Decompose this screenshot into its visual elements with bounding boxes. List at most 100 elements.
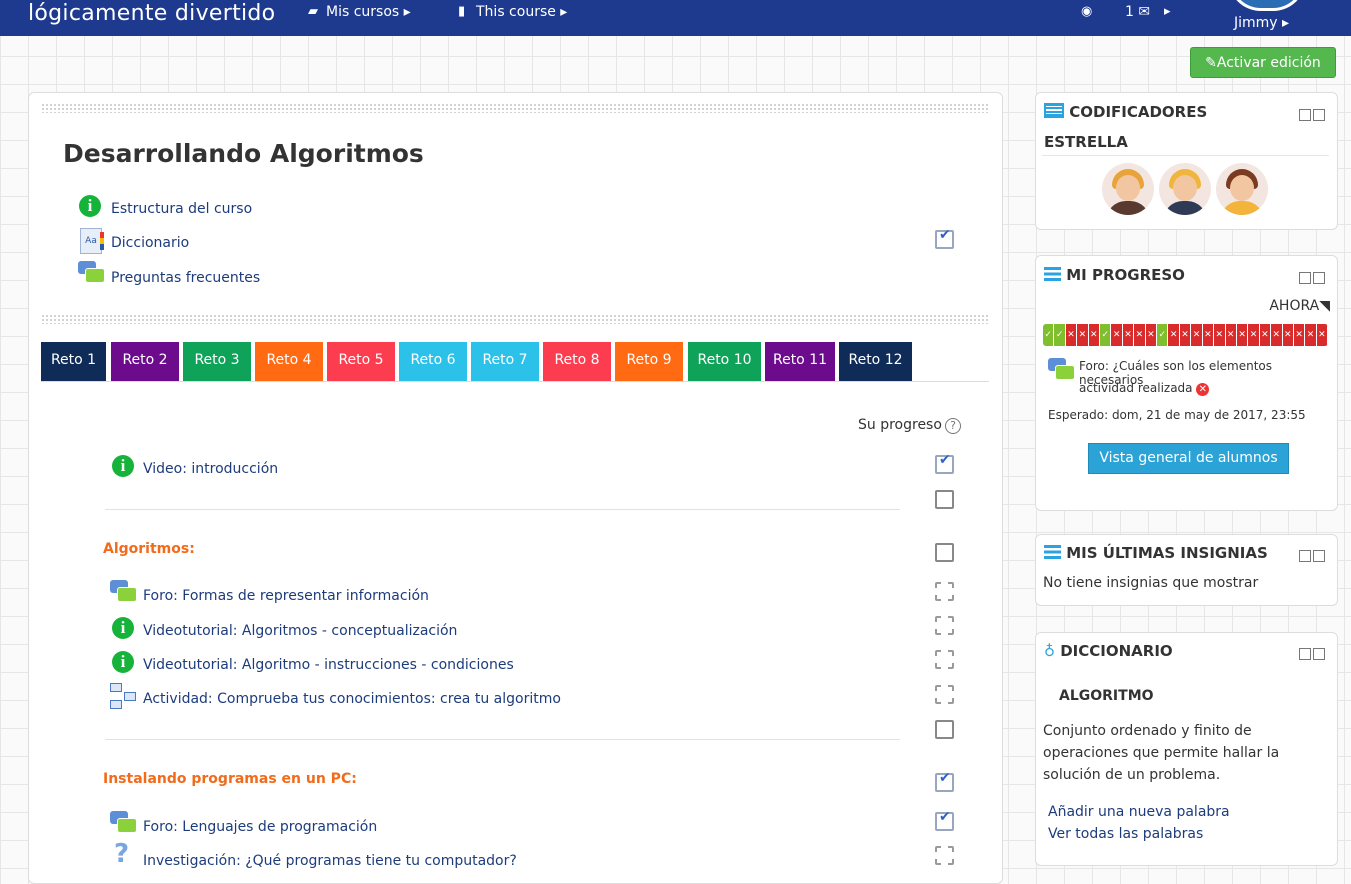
section-divider xyxy=(105,509,900,510)
completion-checkbox[interactable] xyxy=(935,616,954,635)
add-word-link[interactable]: Añadir una nueva palabra xyxy=(1048,804,1230,820)
avatar[interactable] xyxy=(1216,163,1268,215)
estructura-link[interactable]: Estructura del curso xyxy=(111,201,252,217)
progress-cell-incomplete[interactable]: ✕ xyxy=(1225,324,1237,346)
progress-cell-incomplete[interactable]: ✕ xyxy=(1077,324,1089,346)
preguntas-link[interactable]: Preguntas frecuentes xyxy=(111,270,260,286)
progress-cell-incomplete[interactable]: ✕ xyxy=(1145,324,1158,346)
progress-cell-incomplete[interactable]: ✕ xyxy=(1236,324,1249,346)
completion-checkbox[interactable] xyxy=(935,846,954,865)
insignias-empty-text: No tiene insignias que mostrar xyxy=(1043,575,1259,591)
info-icon: i xyxy=(79,195,101,217)
all-words-link[interactable]: Ver todas las palabras xyxy=(1048,826,1203,842)
tab-reto-7[interactable]: Reto 7 xyxy=(471,342,539,381)
progress-cell-incomplete[interactable]: ✕ xyxy=(1305,324,1317,346)
site-brand[interactable]: lógicamente divertido xyxy=(28,0,275,28)
tab-reto-8[interactable]: Reto 8 xyxy=(543,342,611,381)
progress-cell-incomplete[interactable]: ✕ xyxy=(1214,324,1226,346)
tab-reto-5[interactable]: Reto 5 xyxy=(327,342,395,381)
activity-link[interactable]: Videotutorial: Algoritmo - instrucciones… xyxy=(143,657,514,673)
messages-menu[interactable]: 1 ✉ xyxy=(1125,4,1150,20)
progress-cell-incomplete[interactable]: ✕ xyxy=(1248,324,1260,346)
completion-checkbox[interactable] xyxy=(935,543,954,562)
activity-link[interactable]: Videotutorial: Algoritmos - conceptualiz… xyxy=(143,623,457,639)
tab-reto-1[interactable]: Reto 1 xyxy=(41,342,106,381)
completion-checkbox[interactable] xyxy=(935,685,954,704)
progress-cell-incomplete[interactable]: ✕ xyxy=(1293,324,1306,346)
su-progreso-label: Su progreso xyxy=(858,417,942,433)
progress-cell-incomplete[interactable]: ✕ xyxy=(1122,324,1135,346)
menu-icon xyxy=(1044,545,1061,559)
help-icon[interactable]: ? xyxy=(945,418,961,434)
progress-cell-incomplete[interactable]: ✕ xyxy=(1065,324,1078,346)
progress-cell-incomplete[interactable]: ✕ xyxy=(1111,324,1123,346)
diccionario-title: ♁ DICCIONARIO xyxy=(1044,642,1173,660)
diccionario-block: ♁ DICCIONARIO ALGORITMO Conjunto ordenad… xyxy=(1035,632,1338,866)
progress-cell-complete[interactable]: ✓ xyxy=(1100,324,1112,346)
messages-chevron-icon[interactable]: ▸ xyxy=(1164,4,1171,19)
tab-reto-6[interactable]: Reto 6 xyxy=(399,342,467,381)
user-menu[interactable]: Jimmy ▸ xyxy=(1234,15,1289,31)
info-icon: i xyxy=(112,455,134,477)
insignias-title: MIS ÚLTIMAS INSIGNIAS xyxy=(1044,544,1268,562)
activity-link[interactable]: Video: introducción xyxy=(143,461,278,477)
progress-cell-complete[interactable]: ✓ xyxy=(1043,324,1055,346)
user-name: Jimmy xyxy=(1234,15,1278,31)
tab-reto-9[interactable]: Reto 9 xyxy=(615,342,683,381)
tab-reto-12[interactable]: Reto 12 xyxy=(839,342,912,381)
block-controls[interactable] xyxy=(1299,550,1327,562)
tab-reto-11[interactable]: Reto 11 xyxy=(765,342,835,381)
workflow-icon xyxy=(110,683,136,709)
envelope-icon: ✉ xyxy=(1138,4,1151,20)
progress-cell-complete[interactable]: ✓ xyxy=(1054,324,1066,346)
section-title-algoritmos: Algoritmos: xyxy=(103,541,195,557)
progress-cell-complete[interactable]: ✓ xyxy=(1157,324,1169,346)
progress-cell-incomplete[interactable]: ✕ xyxy=(1168,324,1180,346)
message-count: 1 xyxy=(1125,4,1134,20)
completion-checkbox[interactable] xyxy=(935,490,954,509)
dictionary-definition-line-2: operaciones que permite hallar la xyxy=(1043,745,1280,761)
progress-bar[interactable]: ✓ ✓ ✕ ✕ ✕ ✓ ✕ ✕ ✕ ✕ ✓ ✕ ✕ ✕ ✕ ✕ ✕ ✕ ✕ ✕ ✕ ✕ ✕ ✕ ✕ xyxy=(1043,324,1328,346)
progress-cell-incomplete[interactable]: ✕ xyxy=(1134,324,1146,346)
tab-reto-4[interactable]: Reto 4 xyxy=(255,342,323,381)
progress-cell-incomplete[interactable]: ✕ xyxy=(1088,324,1101,346)
activity-link[interactable]: Foro: Lenguajes de programación xyxy=(143,819,377,835)
block-controls[interactable] xyxy=(1299,648,1327,660)
progress-cell-incomplete[interactable]: ✕ xyxy=(1282,324,1294,346)
completion-checkbox[interactable] xyxy=(935,650,954,669)
tab-reto-2[interactable]: Reto 2 xyxy=(111,342,179,381)
progress-cell-incomplete[interactable]: ✕ xyxy=(1179,324,1192,346)
activity-link[interactable]: Foro: Formas de representar información xyxy=(143,588,429,604)
dictionary-definition-line-1: Conjunto ordenado y finito de xyxy=(1043,723,1252,739)
vista-general-button[interactable]: Vista general de alumnos xyxy=(1088,443,1289,474)
block-controls[interactable] xyxy=(1299,109,1327,121)
progress-cell-incomplete[interactable]: ✕ xyxy=(1191,324,1203,346)
progress-cell-incomplete[interactable]: ✕ xyxy=(1316,324,1328,346)
completion-checkbox[interactable] xyxy=(935,582,954,601)
tab-reto-3[interactable]: Reto 3 xyxy=(183,342,251,381)
avatar[interactable] xyxy=(1159,163,1211,215)
progress-cell-incomplete[interactable]: ✕ xyxy=(1259,324,1272,346)
block-controls[interactable] xyxy=(1299,272,1327,284)
progress-cell-incomplete[interactable]: ✕ xyxy=(1202,324,1215,346)
codificadores-title: CODIFICADORES xyxy=(1044,103,1207,121)
completion-checkbox[interactable] xyxy=(935,227,954,249)
tab-reto-10[interactable]: Reto 10 xyxy=(688,342,761,381)
completion-checkbox[interactable] xyxy=(935,720,954,739)
completion-checkbox[interactable] xyxy=(935,770,954,792)
section-title-instalando: Instalando programas en un PC: xyxy=(103,771,357,787)
avatar[interactable] xyxy=(1102,163,1154,215)
activar-edicion-button[interactable]: ✎Activar edición xyxy=(1190,47,1336,78)
this-course-menu[interactable]: This course ▸ xyxy=(476,4,567,20)
activity-link[interactable]: Actividad: Comprueba tus conocimientos: … xyxy=(143,691,561,707)
mis-cursos-menu[interactable]: Mis cursos ▸ xyxy=(326,4,411,20)
dictionary-icon: Aa xyxy=(80,228,104,254)
progress-cell-incomplete[interactable]: ✕ xyxy=(1271,324,1283,346)
completion-checkbox[interactable] xyxy=(935,452,954,474)
completion-checkbox[interactable] xyxy=(935,809,954,831)
progreso-title-text: MI PROGRESO xyxy=(1066,266,1185,284)
notification-icon[interactable]: ◉ xyxy=(1081,4,1092,19)
diccionario-link[interactable]: Diccionario xyxy=(111,235,189,251)
user-avatar[interactable] xyxy=(1228,0,1306,11)
activity-link[interactable]: Investigación: ¿Qué programas tiene tu c… xyxy=(143,853,517,869)
